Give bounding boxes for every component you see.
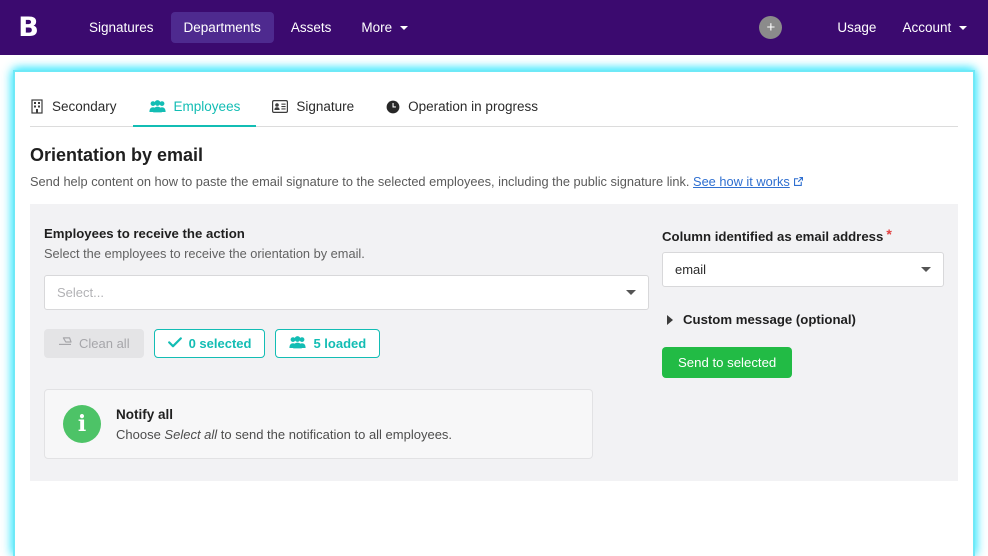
loaded-count-label: 5 loaded — [313, 336, 367, 351]
check-icon — [167, 336, 182, 351]
email-column-select[interactable]: email — [662, 252, 944, 287]
notify-text-emphasis: Select all — [164, 426, 218, 442]
content-tabs: Secondary Employees Signature Operation … — [30, 72, 958, 127]
page-title: Orientation by email — [30, 145, 204, 165]
selected-count-label: 0 selected — [188, 336, 252, 351]
main-content-card: Secondary Employees Signature Operation … — [13, 70, 975, 556]
required-marker: * — [886, 226, 892, 242]
clean-all-label: Clean all — [79, 336, 130, 351]
external-link-icon — [793, 175, 804, 190]
custom-message-label: Custom message (optional) — [683, 312, 856, 327]
email-column-label-text: Column identified as email address — [662, 229, 884, 244]
plus-icon: + — [766, 19, 776, 36]
nav-item-assets[interactable]: Assets — [278, 12, 345, 43]
users-icon — [289, 335, 307, 352]
nav-item-departments[interactable]: Departments — [170, 12, 274, 43]
nav-item-more-label: More — [361, 20, 393, 35]
loaded-count-button[interactable]: 5 loaded — [275, 329, 381, 358]
see-how-it-works-link[interactable]: See how it works — [693, 174, 790, 189]
email-column-select-value: email — [675, 262, 707, 277]
eraser-icon — [58, 336, 72, 351]
tab-operation-label: Operation in progress — [408, 99, 538, 114]
chevron-down-icon — [959, 26, 967, 31]
nav-item-assets-label: Assets — [290, 20, 332, 35]
nav-item-usage[interactable]: Usage — [824, 12, 889, 43]
employees-select-placeholder: Select... — [57, 285, 104, 300]
send-to-selected-button[interactable]: Send to selected — [662, 347, 793, 378]
chevron-right-icon — [667, 314, 673, 325]
nav-item-signatures[interactable]: Signatures — [76, 12, 167, 43]
app-logo[interactable]: B — [0, 0, 56, 55]
tab-operation-in-progress[interactable]: Operation in progress — [370, 99, 554, 126]
clock-icon — [386, 100, 400, 114]
tab-signature[interactable]: Signature — [256, 99, 370, 126]
notify-all-content: Notify all Choose Select all to send the… — [116, 407, 452, 442]
tab-secondary[interactable]: Secondary — [30, 99, 133, 126]
nav-item-departments-label: Departments — [183, 20, 261, 35]
chevron-down-icon — [921, 267, 931, 272]
employees-select[interactable]: Select... — [44, 275, 649, 310]
page-header: Orientation by email Send help content o… — [15, 127, 973, 190]
users-icon — [148, 100, 166, 113]
notify-all-box: i Notify all Choose Select all to send t… — [44, 389, 593, 459]
notify-all-title: Notify all — [116, 406, 174, 422]
page-subtitle: Send help content on how to paste the em… — [30, 174, 958, 190]
notify-text-after: to send the notification to all employee… — [217, 426, 453, 442]
chevron-down-icon — [399, 26, 408, 31]
nav-item-more[interactable]: More — [348, 12, 421, 43]
selected-count-button[interactable]: 0 selected — [153, 329, 266, 358]
clean-all-button[interactable]: Clean all — [44, 329, 144, 358]
tab-signature-label: Signature — [296, 99, 355, 114]
id-card-icon — [272, 100, 289, 113]
notify-all-text: Choose Select all to send the notificati… — [116, 427, 452, 442]
email-column: Column identified as email address * emai… — [649, 226, 944, 459]
nav-item-account-label: Account — [902, 20, 952, 35]
add-button[interactable]: + — [759, 16, 783, 39]
tab-secondary-label: Secondary — [52, 99, 117, 114]
primary-nav: Signatures Departments Assets More — [76, 12, 421, 43]
see-how-it-works-label: See how it works — [693, 174, 790, 189]
nav-item-account[interactable]: Account — [889, 12, 980, 43]
employees-field-label: Employees to receive the action — [44, 226, 245, 241]
secondary-nav: + Usage Account — [759, 12, 988, 43]
notify-text-before: Choose — [116, 426, 165, 442]
chevron-down-icon — [626, 290, 636, 295]
top-navbar: B Signatures Departments Assets More + U… — [0, 0, 988, 55]
info-icon: i — [63, 405, 101, 443]
employees-actions: Clean all 0 selected 5 loaded — [44, 329, 649, 358]
nav-item-signatures-label: Signatures — [89, 20, 154, 35]
form-panel: Employees to receive the action Select t… — [30, 204, 958, 481]
page-subtitle-text: Send help content on how to paste the em… — [30, 174, 690, 189]
email-column-label: Column identified as email address * — [662, 226, 944, 244]
tab-employees-label: Employees — [173, 99, 241, 114]
custom-message-toggle[interactable]: Custom message (optional) — [662, 312, 944, 327]
employees-field-help: Select the employees to receive the orie… — [44, 246, 365, 261]
tab-employees[interactable]: Employees — [132, 99, 257, 127]
nav-item-usage-label: Usage — [837, 20, 877, 35]
building-icon — [30, 99, 44, 114]
logo-letter: B — [18, 12, 39, 43]
employees-column: Employees to receive the action Select t… — [44, 226, 649, 459]
